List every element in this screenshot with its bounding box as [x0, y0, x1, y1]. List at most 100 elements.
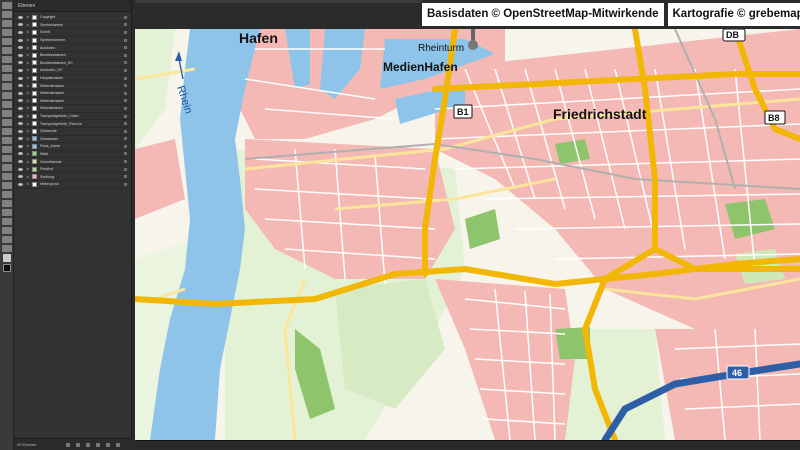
expand-arrow-icon[interactable] [27, 46, 29, 49]
layer-row[interactable]: Copyright [14, 14, 131, 22]
layer-row[interactable]: Nebenstrassen [14, 90, 131, 98]
free-transform-tool-icon[interactable] [1, 137, 12, 144]
selection-tool-icon[interactable] [1, 2, 12, 9]
target-circle-icon[interactable] [124, 137, 127, 141]
layer-row[interactable]: Symbolnamen [14, 22, 131, 30]
target-circle-icon[interactable] [124, 129, 127, 133]
target-circle-icon[interactable] [124, 160, 127, 164]
visibility-eye-icon[interactable] [18, 129, 23, 133]
line-tool-icon[interactable] [1, 65, 12, 72]
layer-name[interactable]: Gruenflaeche [40, 160, 124, 164]
layer-row[interactable]: Bundesstrassen [14, 52, 131, 60]
layer-row[interactable]: Hauptstrassen [14, 75, 131, 83]
expand-arrow-icon[interactable] [27, 152, 29, 155]
target-circle-icon[interactable] [124, 182, 127, 186]
visibility-eye-icon[interactable] [18, 38, 23, 42]
layer-row[interactable]: Transportgebiete_Flaeche [14, 120, 131, 128]
rotate-tool-icon[interactable] [1, 110, 12, 117]
expand-arrow-icon[interactable] [27, 137, 29, 140]
visibility-eye-icon[interactable] [18, 175, 23, 179]
visibility-eye-icon[interactable] [18, 114, 23, 118]
expand-arrow-icon[interactable] [27, 99, 29, 102]
target-circle-icon[interactable] [124, 68, 127, 72]
expand-arrow-icon[interactable] [27, 23, 29, 26]
visibility-eye-icon[interactable] [18, 144, 23, 148]
layer-row[interactable]: Bundesstrassen_HC [14, 60, 131, 68]
eraser-tool-icon[interactable] [1, 101, 12, 108]
visibility-eye-icon[interactable] [18, 99, 23, 103]
slice-tool-icon[interactable] [1, 227, 12, 234]
expand-arrow-icon[interactable] [27, 175, 29, 178]
layer-name[interactable]: Autobahn_HC [40, 68, 124, 72]
layer-name[interactable]: Hintergrund [40, 182, 124, 186]
layer-name[interactable]: Hauptstrassen [40, 76, 124, 80]
expand-arrow-icon[interactable] [27, 145, 29, 148]
visibility-eye-icon[interactable] [18, 68, 23, 72]
layer-name[interactable]: Nebenstrassen [40, 91, 124, 95]
layer-row[interactable]: Wald [14, 151, 131, 159]
layer-row[interactable]: Nebenstrassen [14, 82, 131, 90]
magic-wand-tool-icon[interactable] [1, 20, 12, 27]
clipping-mask-icon[interactable] [86, 442, 91, 447]
layer-row[interactable]: Symbolnummer [14, 37, 131, 45]
layer-row[interactable]: Autobahn_HC [14, 67, 131, 75]
target-circle-icon[interactable] [124, 15, 127, 19]
layer-row[interactable]: Fluss_Kanal [14, 143, 131, 151]
layer-name[interactable]: Fluss_Kanal [40, 144, 124, 148]
layer-row[interactable]: Gebaeude [14, 128, 131, 136]
new-sublayer-icon[interactable] [96, 442, 101, 447]
expand-arrow-icon[interactable] [27, 160, 29, 163]
layer-name[interactable]: Copyright [40, 15, 124, 19]
target-circle-icon[interactable] [124, 30, 127, 34]
layer-row[interactable]: Siedlung [14, 173, 131, 182]
layer-row[interactable]: Schrift [14, 29, 131, 37]
target-circle-icon[interactable] [124, 53, 127, 57]
layer-name[interactable]: Siedlung [40, 175, 124, 179]
pen-tool-icon[interactable] [1, 38, 12, 45]
layer-row[interactable]: Friedhof [14, 166, 131, 174]
target-circle-icon[interactable] [124, 122, 127, 126]
export-icon[interactable] [66, 442, 71, 447]
visibility-eye-icon[interactable] [18, 46, 23, 50]
target-circle-icon[interactable] [124, 46, 127, 50]
layer-name[interactable]: Transportgebiete_Flaeche [40, 122, 124, 126]
graph-tool-icon[interactable] [1, 209, 12, 216]
layer-row[interactable]: Nebenstrassen [14, 98, 131, 106]
expand-arrow-icon[interactable] [27, 69, 29, 72]
direct-selection-tool-icon[interactable] [1, 11, 12, 18]
expand-arrow-icon[interactable] [27, 31, 29, 34]
expand-arrow-icon[interactable] [27, 54, 29, 57]
expand-arrow-icon[interactable] [27, 115, 29, 118]
visibility-eye-icon[interactable] [18, 15, 23, 19]
eyedropper-tool-icon[interactable] [1, 182, 12, 189]
target-circle-icon[interactable] [124, 61, 127, 65]
shape-builder-tool-icon[interactable] [1, 146, 12, 153]
layer-name[interactable]: Bundesstrassen [40, 53, 124, 57]
layer-name[interactable]: Gebaeude [40, 129, 124, 133]
visibility-eye-icon[interactable] [18, 53, 23, 57]
target-circle-icon[interactable] [124, 23, 127, 27]
expand-arrow-icon[interactable] [27, 39, 29, 42]
map-artboard[interactable]: Hafen MedienHafen Rheinturm Friedrichsta… [135, 29, 800, 440]
layer-row[interactable]: Gruenflaeche [14, 158, 131, 166]
visibility-eye-icon[interactable] [18, 91, 23, 95]
visibility-eye-icon[interactable] [18, 137, 23, 141]
visibility-eye-icon[interactable] [18, 76, 23, 80]
expand-arrow-icon[interactable] [27, 130, 29, 133]
expand-arrow-icon[interactable] [27, 168, 29, 171]
layer-name[interactable]: Wald [40, 152, 124, 156]
visibility-eye-icon[interactable] [18, 84, 23, 88]
visibility-eye-icon[interactable] [18, 152, 23, 156]
expand-arrow-icon[interactable] [27, 61, 29, 64]
target-circle-icon[interactable] [124, 106, 127, 110]
visibility-eye-icon[interactable] [18, 182, 23, 186]
visibility-eye-icon[interactable] [18, 23, 23, 27]
lasso-tool-icon[interactable] [1, 29, 12, 36]
target-circle-icon[interactable] [124, 175, 127, 179]
expand-arrow-icon[interactable] [27, 84, 29, 87]
target-circle-icon[interactable] [124, 167, 127, 171]
layer-name[interactable]: Symbolnamen [40, 23, 124, 27]
visibility-eye-icon[interactable] [18, 167, 23, 171]
layer-name[interactable]: Symbolnummer [40, 38, 124, 42]
layer-name[interactable]: Gewaesser [40, 137, 124, 141]
